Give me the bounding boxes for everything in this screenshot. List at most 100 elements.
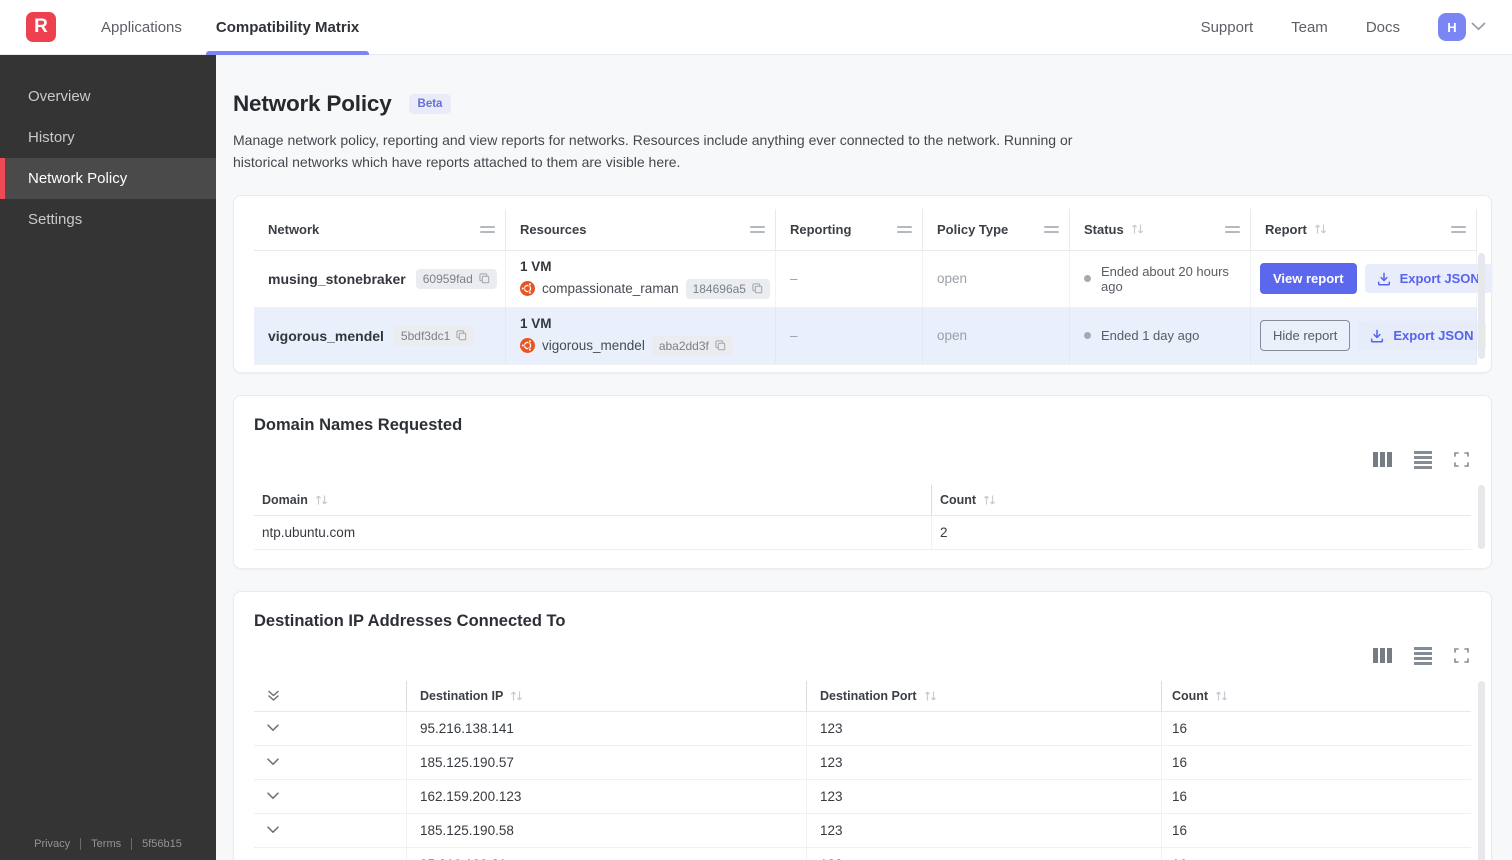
page-title: Network Policy [233,91,392,116]
status-cell: Ended about 20 hours ago [1070,250,1251,307]
chevron-down-icon [1471,18,1486,36]
sort-icon[interactable] [924,690,937,702]
tab-compatibility-matrix[interactable]: Compatibility Matrix [199,0,376,55]
column-label: Destination Port [820,688,917,703]
beta-badge: Beta [408,94,452,114]
count-cell: 16 [1161,847,1473,860]
column-label: Count [1172,688,1209,703]
table-toolbar [254,647,1471,665]
count-cell: 2 [931,515,1473,549]
export-json-label: Export JSON [1399,271,1480,287]
sort-icon[interactable] [1131,223,1144,235]
fullscreen-icon[interactable] [1454,648,1469,664]
reporting-cell: – [776,307,923,364]
count-cell: 16 [1161,779,1473,813]
column-header-status[interactable]: Status [1070,208,1251,250]
sidebar-item-history[interactable]: History [0,117,216,158]
column-label: Domain [262,492,308,507]
fullscreen-icon[interactable] [1454,452,1469,468]
sort-icon[interactable] [510,690,523,702]
ubuntu-icon [520,281,535,297]
destination-port-cell: 123 [806,847,1161,860]
privacy-link[interactable]: Privacy [34,838,70,850]
vm-id-badge[interactable]: aba2dd3f [651,335,733,356]
column-resize-handle[interactable] [480,225,495,233]
column-header-count[interactable]: Count [1161,680,1473,711]
link-team[interactable]: Team [1291,19,1328,36]
column-header-resources[interactable]: Resources [506,208,776,250]
expand-row-button[interactable] [254,780,406,813]
ip-row[interactable]: 185.125.190.57 123 16 [254,745,1471,780]
ip-row[interactable]: 95.216.100.21 123 16 [254,847,1473,860]
column-resize-handle[interactable] [897,225,912,233]
expand-row-button[interactable] [254,814,406,847]
sort-icon[interactable] [1314,223,1327,235]
expand-row-button[interactable] [254,712,406,745]
column-label: Report [1265,221,1307,237]
export-json-button[interactable]: Export JSON [1364,264,1492,294]
column-header-destination-port[interactable]: Destination Port [806,680,1161,711]
sidebar-item-settings[interactable]: Settings [0,199,216,240]
column-resize-handle[interactable] [1451,225,1466,233]
column-resize-handle[interactable] [750,225,765,233]
policy-type-cell: open [923,307,1070,364]
main-content: Network Policy Beta Manage network polic… [216,55,1512,860]
network-id-badge[interactable]: 5bdf3dc1 [393,325,475,346]
column-header-policy-type[interactable]: Policy Type [923,208,1070,250]
ip-row[interactable]: 95.216.138.141 123 16 [254,711,1471,746]
ip-row[interactable]: 185.125.190.58 123 16 [254,813,1471,848]
column-header-destination-ip[interactable]: Destination IP [406,680,806,711]
build-version: 5f56b15 [142,838,182,850]
columns-icon[interactable] [1373,452,1392,468]
export-json-button[interactable]: Export JSON [1358,321,1486,351]
chevron-down-icon [267,826,279,834]
policy-type-value: open [937,271,968,287]
destination-port-cell: 123 [806,779,1161,813]
page-description: Manage network policy, reporting and vie… [233,132,1073,171]
column-header-network[interactable]: Network [254,208,506,250]
terms-link[interactable]: Terms [91,838,121,850]
table-scrollbar[interactable] [1478,484,1485,549]
column-header-count[interactable]: Count [931,484,1473,515]
expand-row-button[interactable] [254,848,406,860]
table-scrollbar[interactable] [1478,252,1485,359]
vm-name: compassionate_raman [542,281,679,297]
domains-card: Domain Names Requested Domain Count ntp.… [233,394,1492,569]
network-row-selected[interactable]: vigorous_mendel 5bdf3dc1 1 VM vigorous_m… [254,307,1486,365]
column-header-domain[interactable]: Domain [254,485,931,515]
column-header-reporting[interactable]: Reporting [776,208,923,250]
sidebar-item-network-policy[interactable]: Network Policy [0,158,216,199]
expand-row-button[interactable] [254,746,406,779]
domain-row[interactable]: ntp.ubuntu.com 2 [254,515,1473,550]
vm-id: aba2dd3f [658,338,709,353]
list-view-icon[interactable] [1414,647,1432,665]
tab-applications[interactable]: Applications [84,0,199,55]
column-resize-handle[interactable] [1044,225,1059,233]
network-id-badge[interactable]: 60959fad [415,268,497,289]
networks-card: Network Resources Reporting Policy Type … [233,194,1492,373]
vm-id-badge[interactable]: 184696a5 [685,278,770,299]
sort-icon[interactable] [1215,690,1228,702]
ip-row[interactable]: 162.159.200.123 123 16 [254,779,1473,814]
table-scrollbar[interactable] [1478,680,1485,860]
sidebar-item-overview[interactable]: Overview [0,76,216,117]
hide-report-button[interactable]: Hide report [1260,320,1351,352]
view-report-button[interactable]: View report [1260,263,1357,295]
expand-all-button[interactable] [254,681,406,711]
list-view-icon[interactable] [1414,451,1432,469]
copy-icon [456,330,467,341]
network-row[interactable]: musing_stonebraker 60959fad 1 VM compass… [254,250,1492,308]
chevron-down-icon [267,724,279,732]
column-header-report[interactable]: Report [1251,208,1477,250]
link-support[interactable]: Support [1201,19,1254,36]
column-label: Reporting [790,221,852,237]
link-docs[interactable]: Docs [1366,19,1400,36]
app-logo[interactable]: R [26,12,56,42]
vm-name: vigorous_mendel [542,338,645,354]
sort-icon[interactable] [315,494,328,506]
sort-icon[interactable] [983,494,996,506]
user-menu[interactable]: H [1438,13,1486,41]
column-resize-handle[interactable] [1225,225,1240,233]
columns-icon[interactable] [1373,648,1392,664]
status-dot-icon [1084,275,1091,283]
